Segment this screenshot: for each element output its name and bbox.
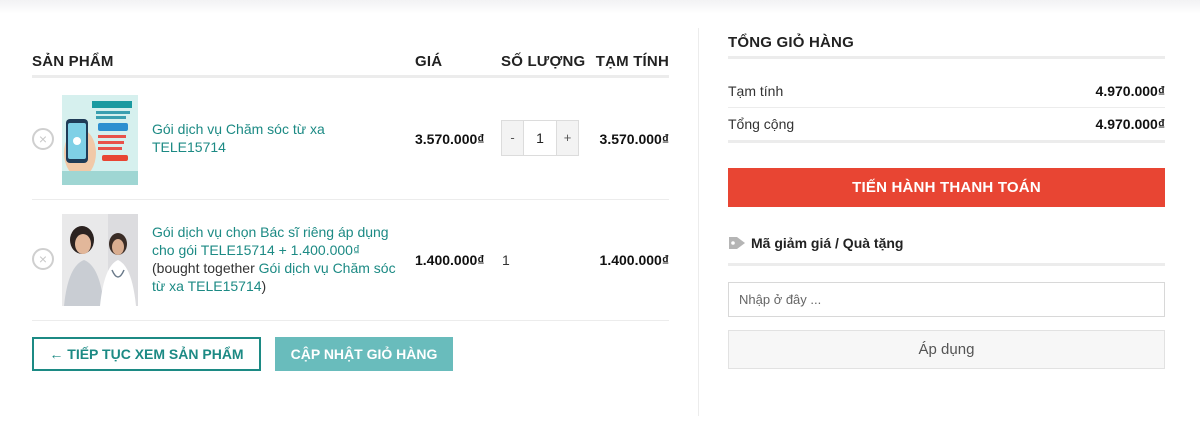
product-thumbnail[interactable]	[62, 214, 138, 306]
cart-item-row: × Gói dịch vụ chọn Bác sĩ riêng áp dụng …	[32, 200, 669, 321]
checkout-button[interactable]: TIẾN HÀNH THANH TOÁN	[728, 168, 1165, 207]
doctor-patient-image	[62, 214, 138, 306]
cart-totals-title: TỔNG GIỎ HÀNG	[728, 34, 854, 51]
column-header-subtotal: TẠM TÍNH	[595, 53, 669, 70]
subtotal-label: Tạm tính	[728, 83, 784, 99]
subtotal-amount: 4.970.000₫	[1095, 83, 1165, 99]
product-price: 3.570.000₫	[415, 131, 485, 147]
product-name-link[interactable]: Gói dịch vụ Chăm sóc từ xa TELE15714	[152, 120, 402, 156]
column-header-quantity: SỐ LƯỢNG	[501, 53, 586, 70]
divider	[728, 56, 1165, 59]
quantity-input[interactable]: 1	[523, 121, 557, 155]
apply-coupon-button[interactable]: Áp dụng	[728, 330, 1165, 369]
total-row: Tổng cộng 4.970.000₫	[728, 108, 1165, 143]
product-subtotal: 1.400.000₫	[599, 252, 669, 268]
column-header-price: GIÁ	[415, 53, 443, 70]
column-divider	[698, 28, 699, 416]
cart-table-header: SẢN PHẨM GIÁ SỐ LƯỢNG TẠM TÍNH	[32, 28, 669, 78]
quantity-value: 1	[502, 252, 510, 268]
divider	[728, 263, 1165, 266]
product-price: 1.400.000₫	[415, 252, 485, 268]
cart-table: SẢN PHẨM GIÁ SỐ LƯỢNG TẠM TÍNH × Gói dịc…	[32, 28, 669, 321]
teledoctor-product-image	[62, 95, 138, 185]
tag-icon	[728, 236, 746, 250]
remove-item-button[interactable]: ×	[32, 128, 54, 150]
quantity-decrease-button[interactable]: -	[502, 121, 523, 155]
continue-shopping-button[interactable]: ← TIẾP TỤC XEM SẢN PHẨM	[32, 337, 261, 371]
quantity-increase-button[interactable]: +	[557, 121, 578, 155]
product-name[interactable]: Gói dịch vụ Chăm sóc từ xa TELE15714	[152, 121, 325, 155]
total-amount: 4.970.000₫	[1095, 116, 1165, 132]
bought-together-prefix: (bought together	[152, 260, 259, 276]
update-cart-button[interactable]: CẬP NHẬT GIỎ HÀNG	[275, 337, 453, 371]
coupon-title: Mã giảm giá / Quà tặng	[751, 235, 904, 251]
product-subtotal: 3.570.000₫	[599, 131, 669, 147]
total-label: Tổng cộng	[728, 116, 795, 132]
subtotal-row: Tạm tính 4.970.000₫	[728, 75, 1165, 108]
bought-together-suffix: )	[261, 278, 267, 294]
coupon-code-input[interactable]	[728, 282, 1165, 317]
product-name-block: Gói dịch vụ chọn Bác sĩ riêng áp dụng ch…	[152, 223, 402, 295]
product-thumbnail[interactable]	[62, 95, 138, 185]
column-header-product: SẢN PHẨM	[32, 53, 114, 70]
cart-item-row: × Gói dịch vụ Chăm sóc từ xa TELE15714 3…	[32, 78, 669, 200]
product-name[interactable]: Gói dịch vụ chọn Bác sĩ riêng áp dụng ch…	[152, 224, 389, 258]
remove-item-button[interactable]: ×	[32, 248, 54, 270]
quantity-stepper[interactable]: - 1 +	[501, 120, 579, 156]
top-bar	[0, 0, 1200, 14]
coupon-heading: Mã giảm giá / Quà tặng	[728, 235, 903, 251]
